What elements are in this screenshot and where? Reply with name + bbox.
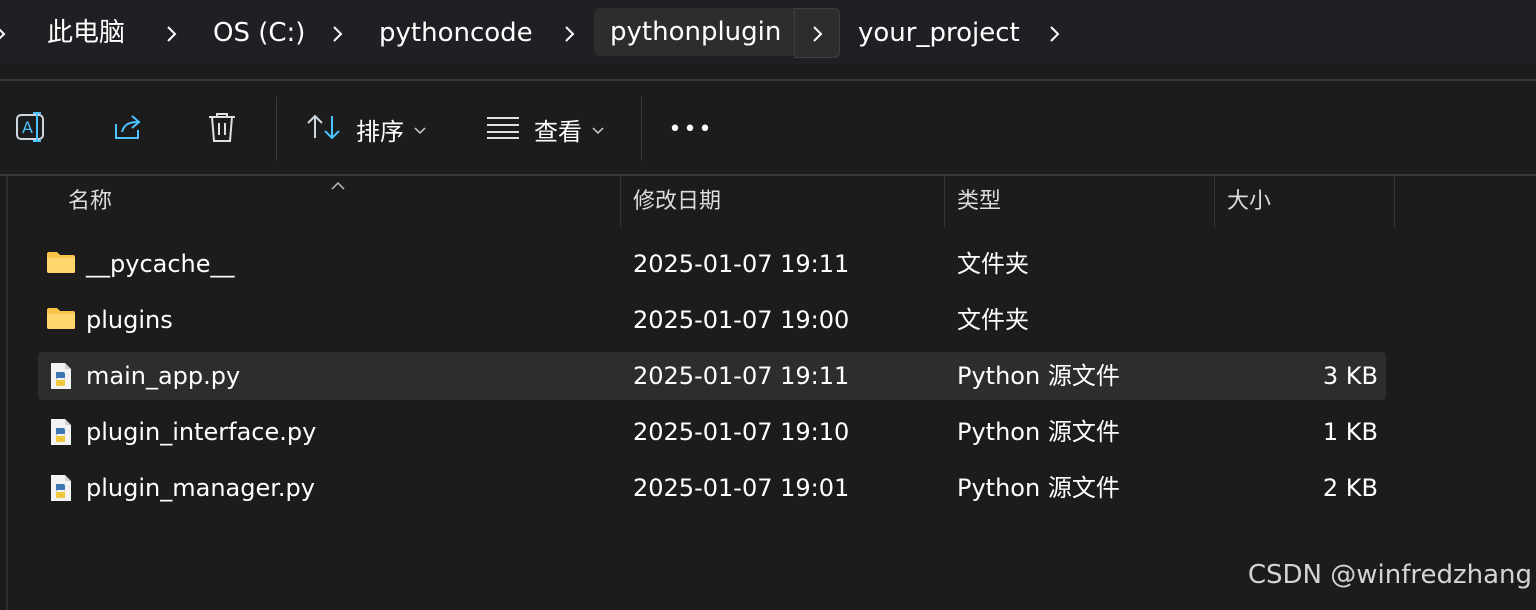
command-bar: A 排序 查看 •••	[0, 81, 1536, 175]
toolbar-divider	[276, 97, 277, 161]
python-file-icon	[50, 418, 72, 450]
file-type: Python 源文件	[957, 418, 1120, 446]
chevron-right-icon[interactable]	[0, 14, 16, 52]
more-icon: •••	[668, 116, 714, 142]
file-name: main_app.py	[86, 362, 241, 390]
delete-button[interactable]	[198, 101, 246, 157]
column-divider[interactable]	[944, 176, 945, 228]
sort-ascending-icon	[330, 176, 346, 195]
column-header-modified[interactable]: 修改日期	[633, 176, 721, 228]
file-size	[1228, 240, 1378, 288]
file-row[interactable]: main_app.py 2025-01-07 19:11 Python 源文件 …	[38, 352, 1386, 400]
breadcrumb-item-this-pc[interactable]: 此电脑	[47, 14, 125, 52]
sort-label: 排序	[356, 117, 404, 146]
watermark-text: CSDN @winfredzhang	[1247, 560, 1532, 590]
folder-icon	[46, 250, 76, 278]
file-modified: 2025-01-07 19:10	[633, 418, 850, 446]
file-size: 1 KB	[1322, 418, 1378, 446]
address-bar: 此电脑 OS (C:) pythoncode pythonplugin your…	[0, 0, 1536, 64]
share-button[interactable]	[104, 101, 152, 157]
file-size: 2 KB	[1322, 474, 1378, 502]
file-size	[1228, 296, 1378, 344]
folder-icon	[46, 306, 76, 334]
pane-border	[6, 176, 8, 610]
file-type: Python 源文件	[957, 474, 1120, 502]
column-header-name[interactable]: 名称	[68, 176, 112, 228]
more-options-button[interactable]: •••	[664, 101, 718, 157]
file-name: plugin_manager.py	[86, 474, 315, 502]
file-row[interactable]: plugin_manager.py 2025-01-07 19:01 Pytho…	[38, 464, 1386, 512]
rename-icon: A	[15, 111, 49, 147]
share-icon	[112, 112, 144, 146]
view-button[interactable]: 查看	[486, 101, 616, 157]
file-type: 文件夹	[957, 306, 1029, 334]
chevron-right-icon[interactable]	[794, 8, 840, 58]
file-size: 3 KB	[1322, 362, 1378, 390]
breadcrumb-item-your-project[interactable]: your_project	[858, 14, 1020, 52]
file-name: __pycache__	[86, 250, 235, 278]
python-file-icon	[50, 362, 72, 394]
chevron-right-icon[interactable]	[157, 14, 187, 52]
column-divider[interactable]	[1214, 176, 1215, 228]
file-row[interactable]: plugin_interface.py 2025-01-07 19:10 Pyt…	[38, 408, 1386, 456]
chevron-right-icon[interactable]	[1040, 14, 1070, 52]
sort-icon	[306, 112, 342, 146]
column-divider[interactable]	[620, 176, 621, 228]
breadcrumb-item-pythoncode[interactable]: pythoncode	[379, 14, 533, 52]
column-header-row: 名称 修改日期 类型 大小	[0, 176, 1536, 228]
list-view-icon	[486, 115, 520, 143]
file-name: plugins	[86, 306, 173, 334]
chevron-down-icon	[414, 120, 426, 139]
rename-button[interactable]: A	[8, 101, 56, 157]
file-name: plugin_interface.py	[86, 418, 317, 446]
column-header-type[interactable]: 类型	[957, 176, 1001, 228]
python-file-icon	[50, 474, 72, 506]
view-label: 查看	[534, 117, 582, 146]
toolbar-divider	[641, 97, 642, 161]
chevron-right-icon[interactable]	[555, 14, 585, 52]
trash-icon	[207, 111, 237, 147]
sort-button[interactable]: 排序	[306, 101, 438, 157]
file-modified: 2025-01-07 19:00	[633, 306, 850, 334]
breadcrumb-item-os-c[interactable]: OS (C:)	[213, 14, 305, 52]
column-header-size[interactable]: 大小	[1227, 176, 1271, 228]
file-modified: 2025-01-07 19:01	[633, 474, 850, 502]
chevron-down-icon	[592, 120, 604, 139]
breadcrumb-item-pythonplugin[interactable]: pythonplugin	[594, 8, 798, 56]
file-row[interactable]: plugins 2025-01-07 19:00 文件夹	[38, 296, 1386, 344]
file-type: 文件夹	[957, 250, 1029, 278]
file-type: Python 源文件	[957, 362, 1120, 390]
file-row[interactable]: __pycache__ 2025-01-07 19:11 文件夹	[38, 240, 1386, 288]
file-modified: 2025-01-07 19:11	[633, 250, 850, 278]
svg-text:A: A	[22, 118, 33, 137]
file-modified: 2025-01-07 19:11	[633, 362, 850, 390]
chevron-right-icon[interactable]	[323, 14, 353, 52]
column-divider[interactable]	[1394, 176, 1395, 228]
